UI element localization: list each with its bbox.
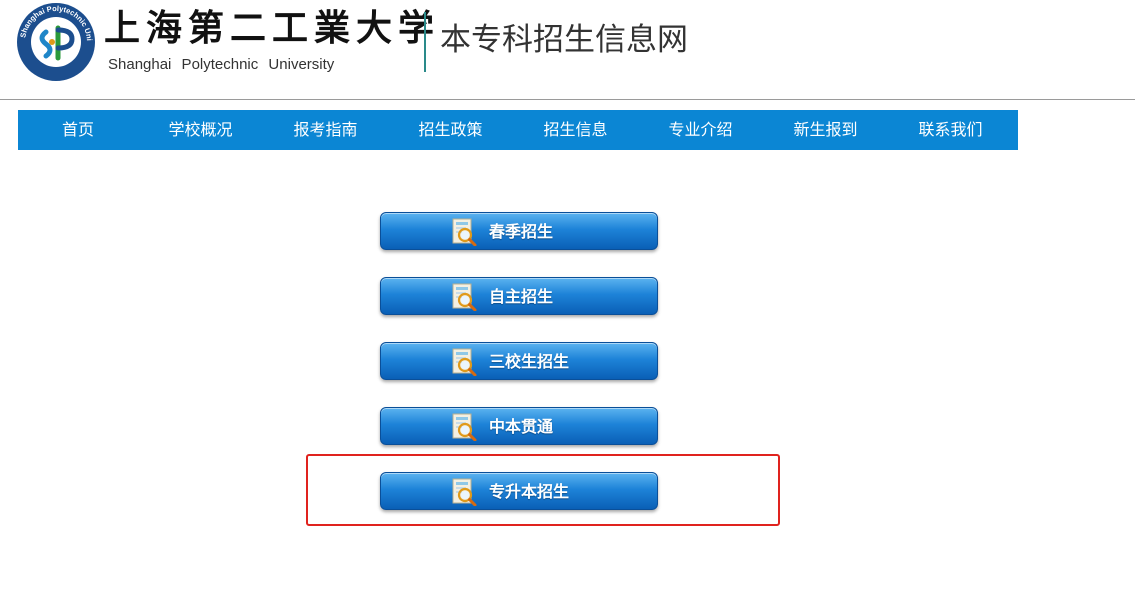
nav-item-freshman-registration[interactable]: 新生报到	[763, 110, 888, 150]
site-title: 本专科招生信息网	[440, 22, 688, 58]
search-document-icon	[451, 283, 477, 311]
button-label: 春季招生	[489, 222, 554, 241]
nav-item-home[interactable]: 首页	[18, 110, 138, 150]
nav-item-admission-policy[interactable]: 招生政策	[388, 110, 513, 150]
independent-admission-button[interactable]: 自主招生	[380, 277, 658, 315]
spring-admission-button[interactable]: 春季招生	[380, 212, 658, 250]
button-label: 中本贯通	[489, 417, 554, 436]
nav-item-contact-us[interactable]: 联系我们	[888, 110, 1013, 150]
search-document-icon	[451, 478, 477, 506]
nav-item-application-guide[interactable]: 报考指南	[263, 110, 388, 150]
search-document-icon	[451, 348, 477, 376]
university-seal-logo[interactable]: Shanghai Polytechnic University	[16, 2, 96, 82]
upgrade-to-bachelor-admission-button[interactable]: 专升本招生	[380, 472, 658, 510]
nav-item-admission-info[interactable]: 招生信息	[513, 110, 638, 150]
university-name-cn: 上海第二工業大学	[104, 7, 441, 49]
secondary-undergraduate-program-button[interactable]: 中本贯通	[380, 407, 658, 445]
nav-item-majors[interactable]: 专业介绍	[638, 110, 763, 150]
main-nav: 首页 学校概况 报考指南 招生政策 招生信息 专业介绍 新生报到 联系我们	[18, 110, 1018, 150]
button-label: 专升本招生	[489, 482, 570, 501]
nav-item-school-overview[interactable]: 学校概况	[138, 110, 263, 150]
vocational-student-admission-button[interactable]: 三校生招生	[380, 342, 658, 380]
search-document-icon	[451, 413, 477, 441]
header-divider	[424, 12, 426, 72]
site-header: Shanghai Polytechnic University 上海第二工業大学…	[0, 0, 1135, 100]
university-name-en: Shanghai Polytechnic University	[108, 56, 335, 73]
button-label: 自主招生	[489, 287, 554, 306]
button-label: 三校生招生	[489, 352, 570, 371]
search-document-icon	[451, 218, 477, 246]
